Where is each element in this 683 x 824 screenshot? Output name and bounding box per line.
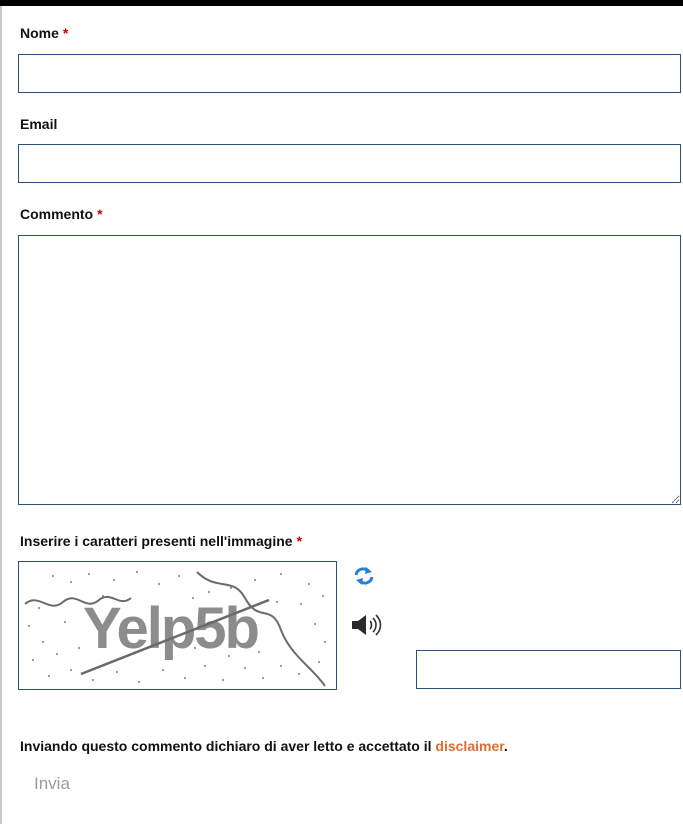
comment-label-text: Commento xyxy=(20,206,94,222)
required-marker: * xyxy=(296,533,303,549)
top-bar xyxy=(0,0,683,6)
left-border xyxy=(0,6,2,824)
email-label-text: Email xyxy=(20,116,58,132)
submit-button[interactable]: Invia xyxy=(34,774,70,794)
captcha-label-text: Inserire i caratteri presenti nell'immag… xyxy=(20,533,293,549)
captcha-label: Inserire i caratteri presenti nell'immag… xyxy=(20,532,302,550)
captcha-input[interactable] xyxy=(416,650,681,689)
speaker-icon[interactable] xyxy=(350,612,384,638)
name-input[interactable] xyxy=(18,54,681,93)
disclaimer-suffix: . xyxy=(503,738,508,754)
comment-textarea[interactable] xyxy=(18,235,681,505)
refresh-icon[interactable] xyxy=(352,564,376,588)
name-label-text: Nome xyxy=(20,25,59,41)
disclaimer-prefix: Inviando questo commento dichiaro di ave… xyxy=(20,738,436,754)
email-label: Email xyxy=(20,115,57,133)
captcha-image: Yelp5b xyxy=(18,561,337,690)
email-input[interactable] xyxy=(18,144,681,183)
disclaimer-link[interactable]: disclaimer xyxy=(435,738,504,754)
required-marker: * xyxy=(97,206,103,222)
disclaimer-text: Inviando questo commento dichiaro di ave… xyxy=(20,737,508,755)
comment-label: Commento * xyxy=(20,205,103,223)
captcha-text: Yelp5b xyxy=(83,596,259,661)
name-label: Nome * xyxy=(20,24,68,42)
required-marker: * xyxy=(62,25,69,41)
